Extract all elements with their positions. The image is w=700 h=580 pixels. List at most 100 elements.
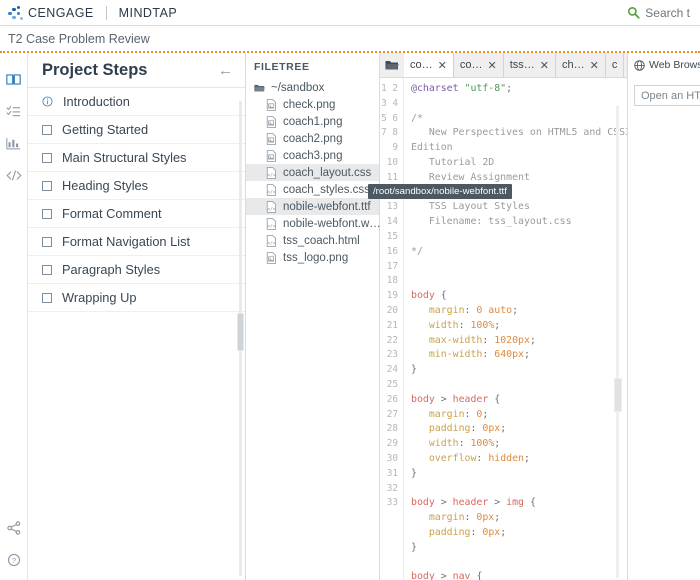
arrow-left-icon[interactable]: ← xyxy=(218,63,233,78)
svg-text:</>: </> xyxy=(267,206,276,212)
breadcrumb: T2 Case Problem Review xyxy=(0,26,700,53)
editor-tab-0[interactable]: co… ✕ xyxy=(404,53,454,77)
rail-item-list[interactable] xyxy=(0,95,28,127)
open-html-button[interactable]: Open an HTM xyxy=(634,85,700,106)
filetree-root-label: ~/sandbox xyxy=(271,81,325,94)
list-item[interactable]: coach2.png xyxy=(246,130,379,147)
editor-tab-4[interactable]: c xyxy=(605,53,625,77)
close-icon[interactable]: ✕ xyxy=(540,59,549,72)
checkbox[interactable] xyxy=(42,180,52,191)
filetree-file-name: coach1.png xyxy=(283,115,343,128)
browser-body: Open an HTM xyxy=(628,77,700,580)
icon-rail: ? xyxy=(0,53,28,580)
checkbox[interactable] xyxy=(42,236,52,247)
list-item[interactable]: check.png xyxy=(246,96,379,113)
editor-tab-2[interactable]: tss… ✕ xyxy=(503,53,556,77)
info-icon xyxy=(42,96,53,107)
close-icon[interactable]: ✕ xyxy=(590,59,599,72)
sidebar-item-getting-started[interactable]: Getting Started xyxy=(28,116,245,144)
browser-tab-label: Web Browse xyxy=(649,59,700,71)
list-item[interactable]: coach3.png xyxy=(246,147,379,164)
image-file-icon xyxy=(266,132,276,145)
rail-item-chart[interactable] xyxy=(0,127,28,159)
filetree-file-name: tss_logo.png xyxy=(283,251,349,264)
code-file-icon: </> xyxy=(266,234,276,247)
sidebar-item-label: Heading Styles xyxy=(62,178,149,193)
code-file-icon: </> xyxy=(266,200,276,213)
checkbox[interactable] xyxy=(42,124,52,135)
search-label[interactable]: Search t xyxy=(645,6,690,20)
sidebar-item-format-comment[interactable]: Format Comment xyxy=(28,200,245,228)
close-icon[interactable]: ✕ xyxy=(487,59,496,72)
list-item[interactable]: </> coach_layout.css xyxy=(246,164,379,181)
steps-filler xyxy=(28,312,245,580)
brand-name: CENGAGE xyxy=(28,5,94,20)
editor-tab-3[interactable]: ch… ✕ xyxy=(555,53,606,77)
project-steps-header: Project Steps ← xyxy=(28,53,245,88)
sidebar-item-introduction[interactable]: Introduction xyxy=(28,88,245,116)
sidebar-item-wrapping-up[interactable]: Wrapping Up xyxy=(28,284,245,312)
editor-tab-label: c xyxy=(611,59,618,71)
brand-header: CENGAGE MINDTAP Search t xyxy=(0,0,700,26)
filetree-title: FILETREE xyxy=(254,61,310,73)
sidebar-item-paragraph-styles[interactable]: Paragraph Styles xyxy=(28,256,245,284)
sidebar-item-label: Paragraph Styles xyxy=(62,262,161,277)
image-file-icon xyxy=(266,115,276,128)
list-checklist-icon xyxy=(6,105,21,116)
sidebar-item-format-navigation-list[interactable]: Format Navigation List xyxy=(28,228,245,256)
editor-scrollbar-track[interactable] xyxy=(616,106,619,578)
list-item[interactable]: coach1.png xyxy=(246,113,379,130)
code-content[interactable]: @charset "utf-8"; /* New Perspectives on… xyxy=(404,78,627,580)
editor-tab-1[interactable]: co… ✕ xyxy=(453,53,504,77)
checkbox[interactable] xyxy=(42,264,52,275)
sidebar-item-main-structural-styles[interactable]: Main Structural Styles xyxy=(28,144,245,172)
filetree-file-name: check.png xyxy=(283,98,336,111)
rail-item-book[interactable] xyxy=(0,63,28,95)
editor-tab-label: co… xyxy=(410,59,433,71)
checkbox[interactable] xyxy=(42,292,52,303)
code-editor-panel: co… ✕ co… ✕ tss… ✕ ch… ✕ c + xyxy=(380,53,628,580)
book-icon xyxy=(6,73,21,85)
filetree-file-name: tss_coach.html xyxy=(283,234,360,247)
code-file-icon: </> xyxy=(266,217,276,230)
brand-divider xyxy=(105,5,107,20)
code-area: 1 2 3 4 5 6 7 8 9 10 11 12 13 14 15 16 1… xyxy=(380,78,627,580)
sidebar-item-label: Wrapping Up xyxy=(62,290,137,305)
folder-open-icon xyxy=(254,84,265,92)
list-item[interactable]: </> nobile-webfont.w… xyxy=(246,215,381,232)
code-file-icon: </> xyxy=(266,183,276,196)
sidebar-item-heading-styles[interactable]: Heading Styles xyxy=(28,172,245,200)
header-search[interactable]: Search t xyxy=(627,6,692,20)
close-icon[interactable]: ✕ xyxy=(438,59,447,72)
bar-chart-icon xyxy=(6,137,21,149)
list-item[interactable]: </> coach_styles.css xyxy=(246,181,379,198)
editor-folder-button[interactable] xyxy=(380,53,404,77)
checkbox[interactable] xyxy=(42,208,52,219)
page-title: Project Steps xyxy=(42,60,148,79)
list-item[interactable]: </> tss_coach.html xyxy=(246,232,379,249)
svg-text:</>: </> xyxy=(267,240,276,246)
rail-item-share[interactable] xyxy=(0,516,28,548)
sidebar-item-label: Main Structural Styles xyxy=(62,150,187,165)
steps-scrollbar-thumb[interactable] xyxy=(237,313,244,351)
browser-tab[interactable]: Web Browse xyxy=(628,53,700,77)
editor-scrollbar-thumb[interactable] xyxy=(614,378,622,412)
search-icon[interactable] xyxy=(627,6,640,19)
workspace: ? Project Steps ← Introduction Getting S xyxy=(0,53,700,580)
sidebar-item-label: Introduction xyxy=(63,94,130,109)
cengage-logo[interactable]: CENGAGE MINDTAP xyxy=(8,5,177,20)
line-number-gutter: 1 2 3 4 5 6 7 8 9 10 11 12 13 14 15 16 1… xyxy=(380,78,404,580)
svg-text:</>: </> xyxy=(267,189,276,195)
filetree-file-name: coach_layout.css xyxy=(283,166,372,179)
new-tab-button[interactable]: + xyxy=(624,53,627,77)
list-item[interactable]: </> nobile-webfont.ttf xyxy=(246,198,379,215)
filetree-file-name: nobile-webfont.w… xyxy=(283,217,381,230)
svg-text:</>: </> xyxy=(267,172,276,178)
rail-item-code[interactable] xyxy=(0,159,28,191)
checkbox[interactable] xyxy=(42,152,52,163)
code-file-icon: </> xyxy=(266,166,276,179)
filetree-root[interactable]: ~/sandbox xyxy=(246,79,379,96)
list-item[interactable]: tss_logo.png xyxy=(246,249,379,266)
rail-item-help[interactable]: ? xyxy=(0,548,28,580)
editor-tab-label: ch… xyxy=(561,59,585,71)
